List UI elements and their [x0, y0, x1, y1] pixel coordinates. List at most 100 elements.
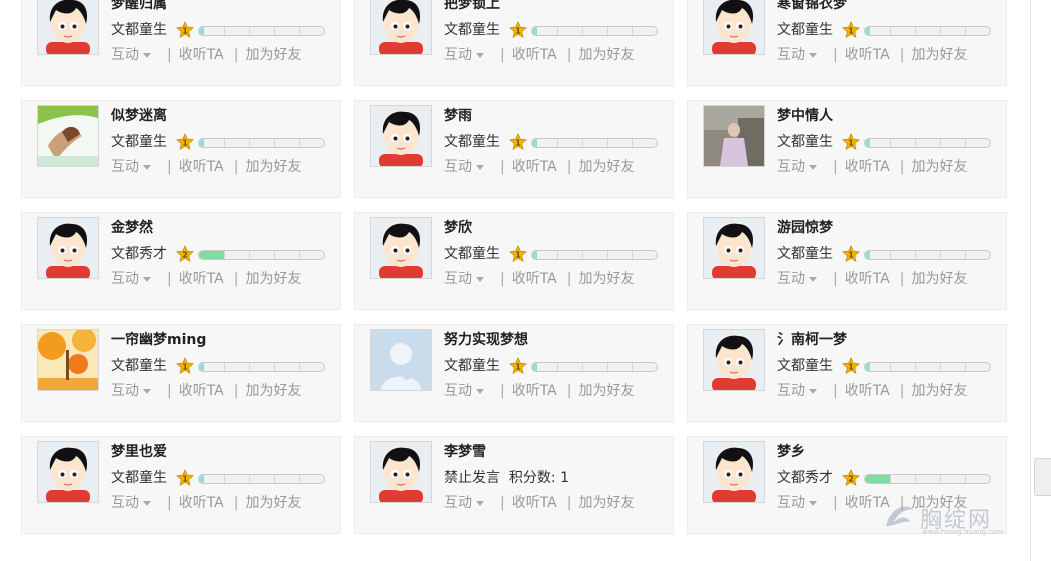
listen-button[interactable]: 收听TA — [512, 492, 557, 512]
interact-dropdown[interactable]: 互动 — [777, 492, 823, 512]
user-avatar[interactable] — [370, 329, 432, 391]
avatar-cartoon-boy-icon — [704, 218, 764, 278]
user-avatar[interactable] — [703, 105, 765, 167]
user-avatar[interactable] — [37, 217, 99, 279]
interact-dropdown[interactable]: 互动 — [111, 268, 157, 288]
avatar-cartoon-boy-icon — [38, 0, 98, 54]
add-friend-button[interactable]: 加为好友 — [911, 44, 967, 64]
user-card: 梦雨 文都童生 1 互动 | 收听TA | 加为好友 — [354, 100, 674, 198]
separator: | — [167, 383, 172, 399]
add-friend-button[interactable]: 加为好友 — [578, 44, 634, 64]
listen-button[interactable]: 收听TA — [512, 380, 557, 400]
chevron-down-icon — [809, 52, 817, 58]
chevron-down-icon — [476, 52, 484, 58]
user-avatar[interactable] — [370, 0, 432, 55]
chevron-down-icon — [143, 388, 151, 394]
user-avatar[interactable] — [370, 105, 432, 167]
user-name[interactable]: 李梦雪 — [444, 441, 486, 461]
listen-button[interactable]: 收听TA — [845, 268, 890, 288]
avatar-cartoon-boy-icon — [704, 442, 764, 502]
interact-dropdown[interactable]: 互动 — [444, 380, 490, 400]
level-badge-icon: 1 — [842, 21, 860, 39]
user-name[interactable]: 氵南柯一梦 — [777, 329, 847, 349]
user-avatar[interactable] — [370, 441, 432, 503]
svg-text:1: 1 — [182, 27, 188, 36]
listen-button[interactable]: 收听TA — [845, 156, 890, 176]
add-friend-button[interactable]: 加为好友 — [911, 380, 967, 400]
listen-button[interactable]: 收听TA — [179, 380, 224, 400]
user-avatar[interactable] — [703, 217, 765, 279]
add-friend-button[interactable]: 加为好友 — [578, 156, 634, 176]
listen-button[interactable]: 收听TA — [179, 492, 224, 512]
interact-dropdown[interactable]: 互动 — [777, 380, 823, 400]
user-avatar[interactable] — [370, 217, 432, 279]
svg-text:1: 1 — [848, 251, 854, 260]
user-avatar[interactable] — [703, 0, 765, 55]
add-friend-button[interactable]: 加为好友 — [245, 156, 301, 176]
interact-dropdown[interactable]: 互动 — [444, 268, 490, 288]
user-actions: 互动 | 收听TA | 加为好友 — [444, 44, 634, 64]
interact-dropdown[interactable]: 互动 — [111, 44, 157, 64]
user-name[interactable]: 把梦锁上 — [444, 0, 500, 13]
listen-button[interactable]: 收听TA — [179, 44, 224, 64]
user-name[interactable]: 寒窗锦衣梦 — [777, 0, 847, 13]
user-name[interactable]: 梦中情人 — [777, 105, 833, 125]
listen-button[interactable]: 收听TA — [512, 44, 557, 64]
user-name[interactable]: 梦醒归属 — [111, 0, 167, 13]
listen-button[interactable]: 收听TA — [512, 156, 557, 176]
add-friend-button[interactable]: 加为好友 — [578, 380, 634, 400]
avatar-cartoon-boy-icon — [704, 330, 764, 390]
user-name[interactable]: 梦里也爱 — [111, 441, 167, 461]
side-scroll-tab[interactable] — [1034, 458, 1051, 496]
user-avatar[interactable] — [37, 105, 99, 167]
user-name[interactable]: 梦雨 — [444, 105, 472, 125]
user-rank: 文都童生 — [444, 134, 500, 150]
user-name[interactable]: 一帘幽梦ming — [111, 329, 206, 349]
interact-dropdown[interactable]: 互动 — [111, 492, 157, 512]
user-name[interactable]: 梦欣 — [444, 217, 472, 237]
listen-button[interactable]: 收听TA — [179, 156, 224, 176]
user-name[interactable]: 金梦然 — [111, 217, 153, 237]
add-friend-button[interactable]: 加为好友 — [245, 268, 301, 288]
level-progress-bar — [198, 474, 325, 484]
avatar-cartoon-boy-icon — [371, 442, 431, 502]
user-card: 梦中情人 文都童生 1 互动 | 收听TA | 加为好友 — [687, 100, 1007, 198]
add-friend-button[interactable]: 加为好友 — [245, 492, 301, 512]
user-avatar[interactable] — [703, 441, 765, 503]
interact-dropdown[interactable]: 互动 — [444, 492, 490, 512]
listen-button[interactable]: 收听TA — [179, 268, 224, 288]
separator: | — [833, 383, 838, 399]
user-avatar[interactable] — [703, 329, 765, 391]
add-friend-button[interactable]: 加为好友 — [245, 44, 301, 64]
add-friend-button[interactable]: 加为好友 — [578, 268, 634, 288]
interact-dropdown[interactable]: 互动 — [777, 268, 823, 288]
level-badge-icon: 1 — [842, 357, 860, 375]
add-friend-button[interactable]: 加为好友 — [245, 380, 301, 400]
interact-dropdown[interactable]: 互动 — [111, 156, 157, 176]
add-friend-button[interactable]: 加为好友 — [911, 156, 967, 176]
level-badge-icon: 2 — [842, 469, 860, 487]
add-friend-button[interactable]: 加为好友 — [911, 268, 967, 288]
separator: | — [167, 159, 172, 175]
user-name[interactable]: 似梦迷离 — [111, 105, 167, 125]
user-rank: 文都童生 — [111, 470, 167, 486]
listen-button[interactable]: 收听TA — [845, 44, 890, 64]
user-avatar[interactable] — [37, 441, 99, 503]
interact-label: 互动 — [111, 159, 139, 175]
interact-dropdown[interactable]: 互动 — [111, 380, 157, 400]
interact-dropdown[interactable]: 互动 — [777, 44, 823, 64]
interact-dropdown[interactable]: 互动 — [444, 156, 490, 176]
interact-dropdown[interactable]: 互动 — [777, 156, 823, 176]
listen-button[interactable]: 收听TA — [845, 380, 890, 400]
user-name[interactable]: 梦乡 — [777, 441, 805, 461]
svg-text:1: 1 — [848, 27, 854, 36]
interact-dropdown[interactable]: 互动 — [444, 44, 490, 64]
listen-button[interactable]: 收听TA — [512, 268, 557, 288]
user-avatar[interactable] — [37, 0, 99, 55]
user-name[interactable]: 游园惊梦 — [777, 217, 833, 237]
user-name[interactable]: 努力实现梦想 — [444, 329, 528, 349]
user-avatar[interactable] — [37, 329, 99, 391]
user-actions: 互动 | 收听TA | 加为好友 — [777, 156, 967, 176]
add-friend-button[interactable]: 加为好友 — [578, 492, 634, 512]
score-value: 1 — [560, 470, 569, 486]
